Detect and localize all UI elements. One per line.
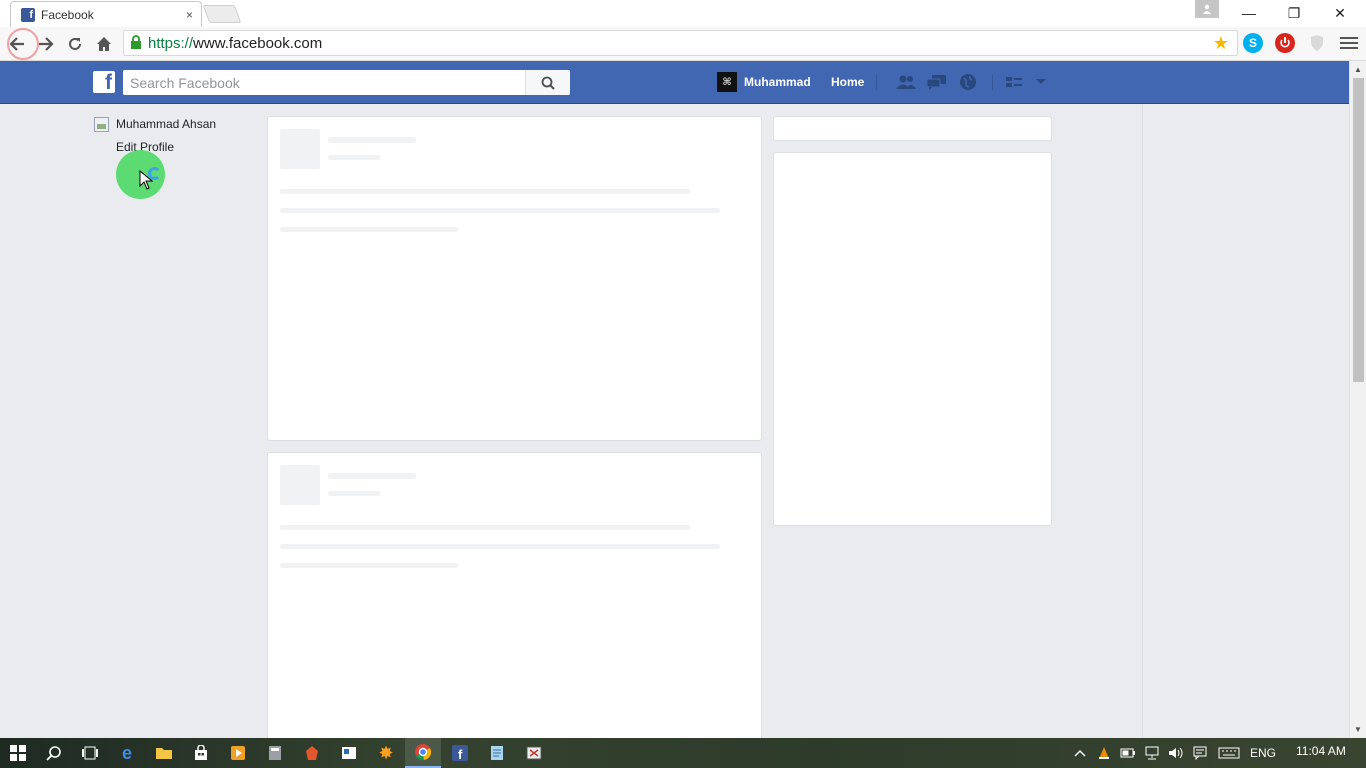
browser-menu-icon[interactable] bbox=[1340, 33, 1358, 53]
scroll-down-arrow-icon[interactable]: ▼ bbox=[1354, 725, 1362, 734]
windows-start-icon[interactable] bbox=[0, 738, 36, 768]
lock-icon bbox=[130, 34, 142, 52]
avatar: ⌘ bbox=[717, 72, 737, 92]
chat-sidebar-divider bbox=[1142, 104, 1143, 738]
search-input[interactable] bbox=[123, 70, 525, 95]
file-explorer-icon[interactable] bbox=[146, 738, 182, 768]
facebook-app-icon[interactable]: f bbox=[442, 738, 478, 768]
quick-help-icon[interactable] bbox=[1003, 72, 1025, 92]
shield-extension-icon[interactable] bbox=[1307, 33, 1327, 53]
browser-titlebar: f Facebook × — ❐ ✕ bbox=[0, 0, 1366, 27]
left-sidebar: Muhammad Ahsan Edit Profile bbox=[94, 116, 254, 154]
browser-profile-icon[interactable] bbox=[1195, 0, 1219, 18]
sparkle-app-icon[interactable]: ✸ bbox=[368, 738, 404, 768]
battery-icon[interactable] bbox=[1116, 738, 1140, 768]
skype-extension-icon[interactable]: S bbox=[1243, 33, 1263, 53]
calculator-app-icon[interactable] bbox=[257, 738, 293, 768]
search-icon bbox=[541, 76, 555, 90]
clock[interactable]: 11:04 AM bbox=[1296, 744, 1346, 758]
show-hidden-icons-chevron-up-icon[interactable] bbox=[1068, 738, 1092, 768]
store-icon[interactable] bbox=[183, 738, 219, 768]
sidebar-profile-name: Muhammad Ahsan bbox=[116, 117, 217, 131]
browser-toolbar: https://www.facebook.com ★ S bbox=[0, 27, 1366, 61]
address-bar[interactable]: https://www.facebook.com ★ bbox=[123, 30, 1238, 56]
adblock-extension-icon[interactable] bbox=[1275, 33, 1295, 53]
browser-tab-facebook[interactable]: f Facebook × bbox=[10, 1, 202, 27]
tab-title: Facebook bbox=[41, 7, 94, 22]
url-text: https://www.facebook.com bbox=[148, 34, 323, 52]
account-menu-chevron-down-icon[interactable] bbox=[1030, 72, 1052, 92]
profile-picture-icon bbox=[94, 116, 109, 132]
home-icon[interactable] bbox=[92, 32, 116, 56]
media-player-icon[interactable] bbox=[220, 738, 256, 768]
scroll-up-arrow-icon[interactable]: ▲ bbox=[1354, 65, 1362, 74]
chrome-taskbar-icon[interactable] bbox=[405, 738, 441, 768]
restore-button[interactable]: ❐ bbox=[1274, 2, 1314, 24]
right-column-placeholder bbox=[773, 152, 1052, 526]
network-icon[interactable] bbox=[1140, 738, 1164, 768]
friend-requests-icon[interactable] bbox=[895, 72, 917, 92]
minimize-button[interactable]: — bbox=[1229, 2, 1269, 24]
right-column-placeholder bbox=[773, 116, 1052, 141]
loading-spinner-icon bbox=[148, 167, 161, 180]
feed-story-placeholder bbox=[267, 452, 762, 742]
bookmark-star-icon[interactable]: ★ bbox=[1213, 33, 1229, 54]
back-arrow-icon[interactable] bbox=[5, 32, 29, 56]
edge-browser-icon[interactable]: e bbox=[109, 738, 145, 768]
home-link[interactable]: Home bbox=[831, 72, 864, 92]
messages-icon[interactable] bbox=[926, 72, 948, 92]
input-language[interactable]: ENG bbox=[1250, 746, 1276, 760]
notes-app-icon[interactable] bbox=[479, 738, 515, 768]
header-divider bbox=[992, 74, 993, 90]
recorder-app-icon[interactable] bbox=[516, 738, 552, 768]
svg-text:f: f bbox=[458, 747, 463, 761]
header-divider bbox=[876, 74, 877, 90]
notifications-globe-icon[interactable] bbox=[957, 72, 979, 92]
game-app-icon[interactable] bbox=[294, 738, 330, 768]
forward-arrow-icon[interactable] bbox=[34, 32, 58, 56]
feed-story-placeholder bbox=[267, 116, 762, 441]
search-icon[interactable] bbox=[36, 738, 72, 768]
facebook-header: f ⌘ Muhammad Home bbox=[0, 61, 1349, 104]
action-center-icon[interactable] bbox=[1188, 738, 1212, 768]
volume-icon[interactable] bbox=[1164, 738, 1188, 768]
scrollbar-thumb[interactable] bbox=[1353, 78, 1364, 382]
tab-close-icon[interactable]: × bbox=[186, 8, 193, 22]
sidebar-item-profile[interactable]: Muhammad Ahsan bbox=[94, 116, 254, 132]
news-app-icon[interactable] bbox=[331, 738, 367, 768]
keyboard-icon[interactable] bbox=[1212, 738, 1246, 768]
task-view-icon[interactable] bbox=[72, 738, 108, 768]
facebook-search bbox=[123, 70, 570, 95]
vlc-tray-icon[interactable] bbox=[1092, 738, 1116, 768]
search-button[interactable] bbox=[525, 70, 570, 95]
facebook-logo-icon[interactable]: f bbox=[93, 71, 115, 93]
profile-link[interactable]: ⌘ Muhammad bbox=[717, 72, 811, 92]
facebook-favicon-icon: f bbox=[21, 7, 35, 22]
new-tab-button[interactable] bbox=[202, 5, 242, 23]
windows-taskbar: e ✸ f ENG 11:04 AM bbox=[0, 738, 1366, 768]
page-scrollbar[interactable]: ▲ ▼ bbox=[1349, 61, 1366, 738]
reload-icon[interactable] bbox=[63, 32, 87, 56]
profile-name: Muhammad bbox=[744, 75, 811, 89]
close-window-button[interactable]: ✕ bbox=[1320, 2, 1360, 24]
